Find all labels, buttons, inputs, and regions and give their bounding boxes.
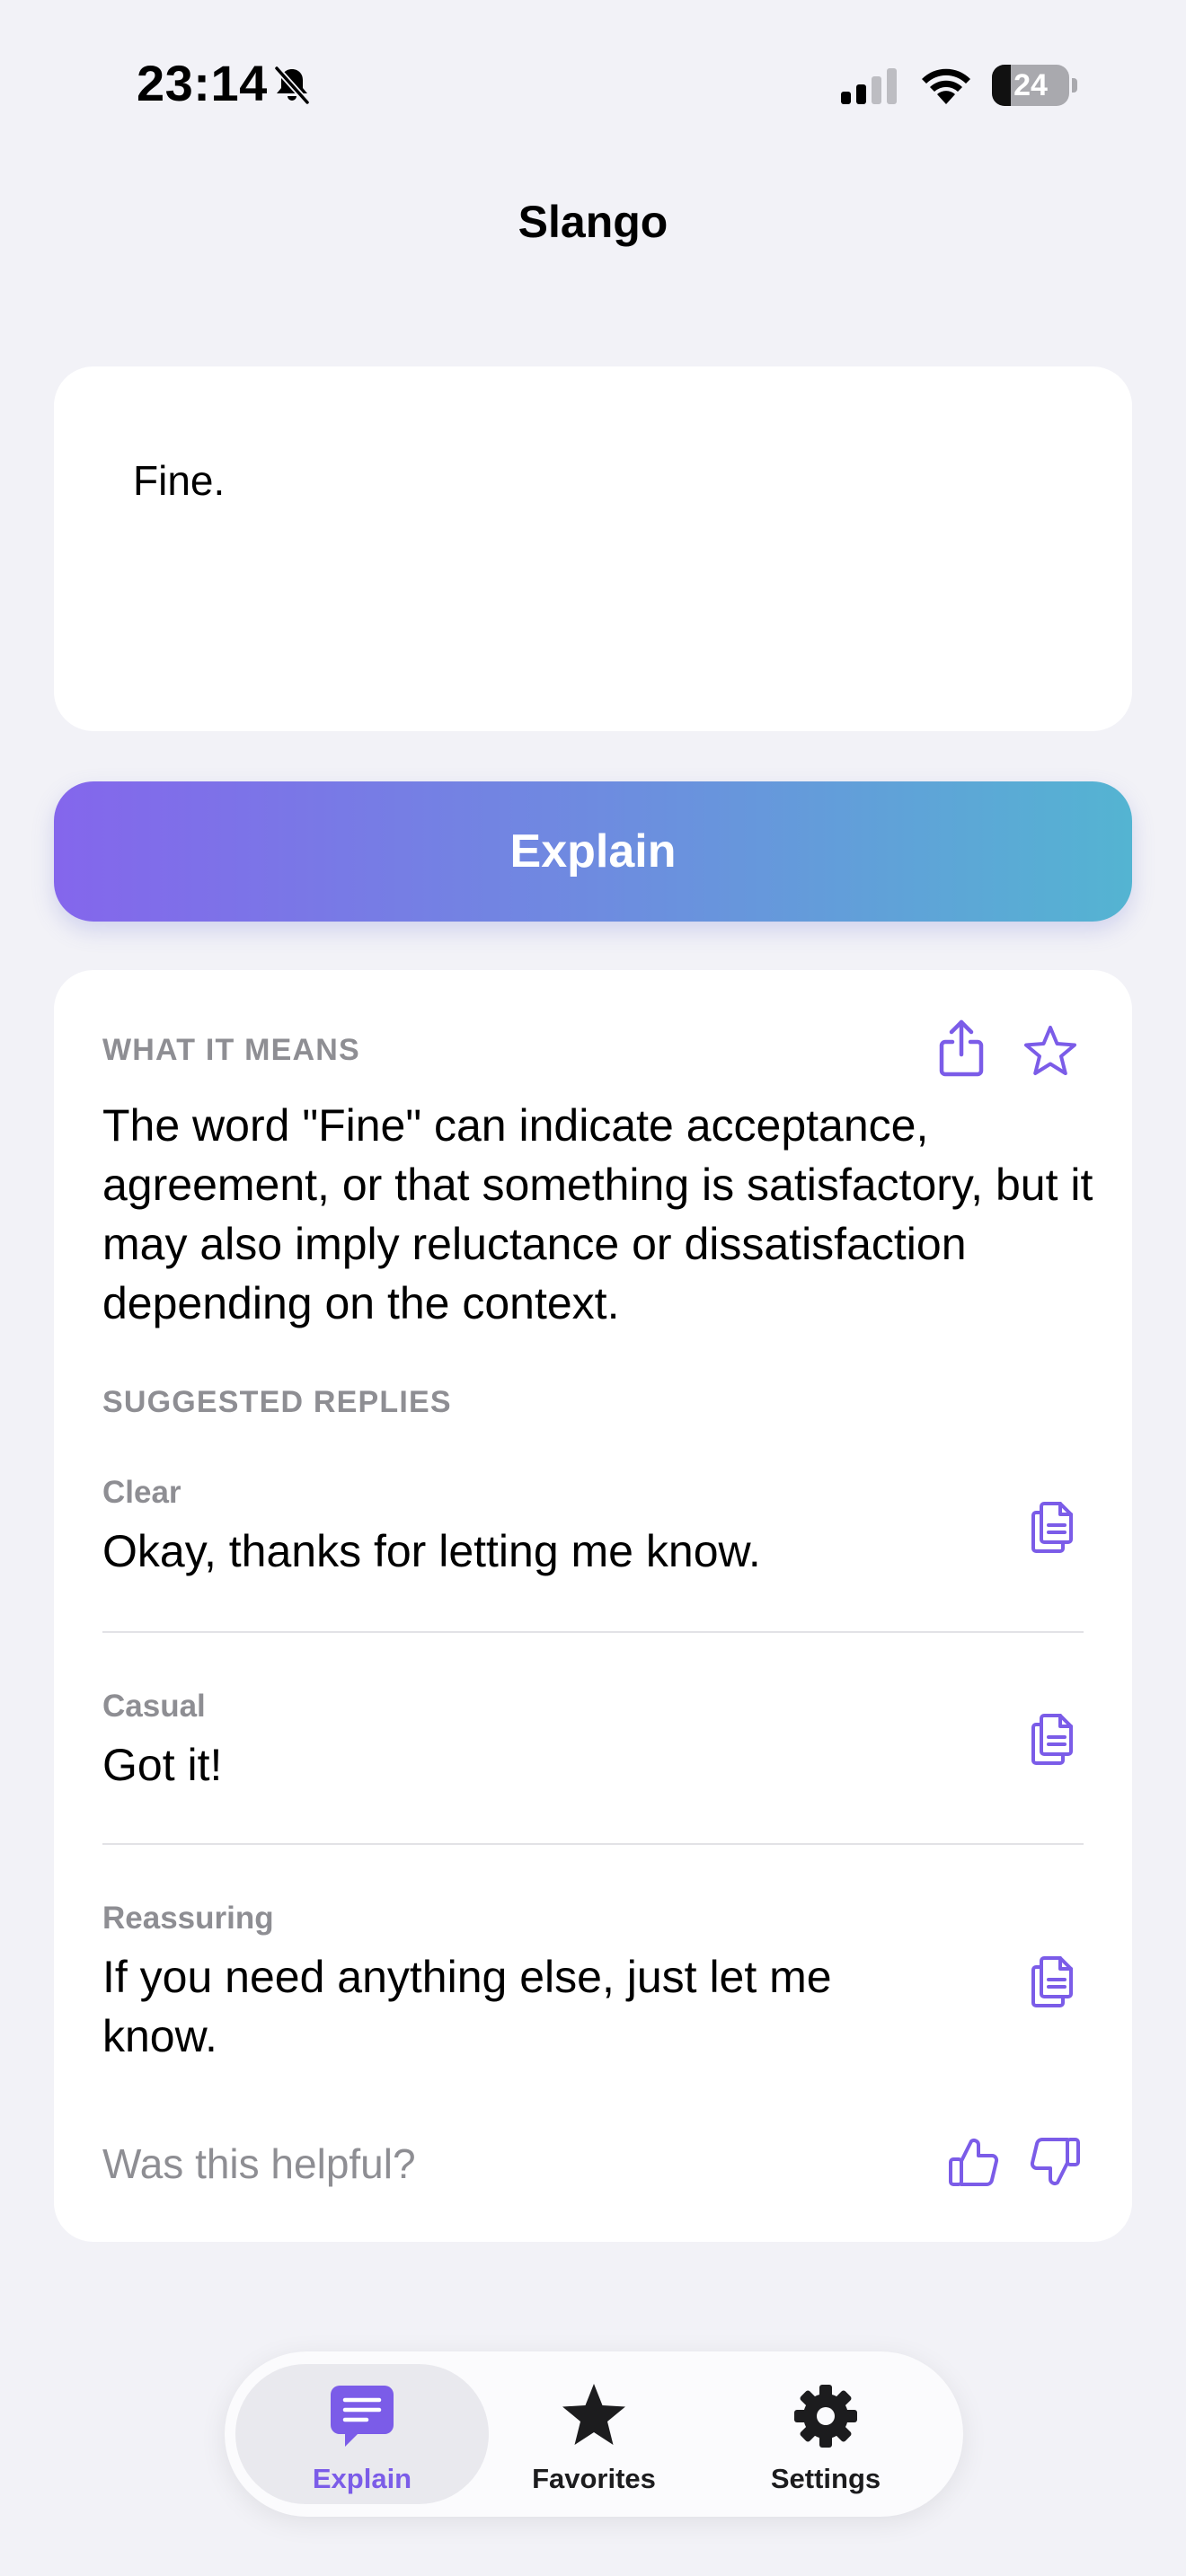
reply-text: Got it! — [102, 1740, 223, 1790]
reply-item: Clear Okay, thanks for letting me know. — [102, 1475, 1084, 1581]
gear-icon — [794, 2385, 857, 2448]
reply-text: If you need anything else, just let me k… — [102, 1952, 832, 2061]
suggested-replies-label: SUGGESTED REPLIES — [102, 1385, 452, 1419]
tab-settings[interactable]: Settings — [699, 2364, 952, 2504]
tab-label: Favorites — [532, 2463, 656, 2494]
cellular-signal-icon — [841, 68, 897, 104]
divider — [102, 1843, 1084, 1845]
favorite-star-icon[interactable] — [1022, 1024, 1078, 1078]
thumbs-down-icon[interactable] — [1028, 2134, 1082, 2190]
divider — [102, 1631, 1084, 1633]
status-bar: 23:14 24 — [0, 0, 1186, 171]
feedback-prompt: Was this helpful? — [102, 2140, 416, 2187]
wifi-icon — [922, 68, 970, 104]
tab-bar: Explain Favorites Settings — [225, 2351, 963, 2517]
battery-indicator: 24 — [992, 65, 1077, 106]
bell-slash-icon — [274, 66, 310, 105]
battery-level: 24 — [1013, 68, 1048, 102]
meaning-label: WHAT IT MEANS — [102, 1033, 360, 1067]
share-icon[interactable] — [934, 1019, 988, 1078]
copy-icon[interactable] — [1030, 1498, 1078, 1554]
reply-item: Reassuring If you need anything else, ju… — [102, 1901, 839, 2066]
copy-icon[interactable] — [1030, 1710, 1078, 1766]
tab-favorites[interactable]: Favorites — [467, 2364, 721, 2504]
reply-text: Okay, thanks for letting me know. — [102, 1526, 761, 1576]
tab-explain[interactable]: Explain — [235, 2364, 489, 2504]
status-time: 23:14 — [137, 55, 268, 111]
tab-label: Explain — [312, 2463, 412, 2494]
result-card: WHAT IT MEANS The word "Fine" can indica… — [54, 970, 1132, 2242]
page-title: Slango — [518, 197, 668, 247]
chat-bubble-icon — [331, 2386, 394, 2447]
input-card[interactable] — [54, 366, 1132, 731]
reply-tone: Casual — [102, 1689, 206, 1724]
star-icon — [562, 2384, 625, 2445]
tab-label: Settings — [770, 2463, 881, 2494]
phrase-input[interactable] — [133, 456, 1049, 505]
meaning-text: The word "Fine" can indicate acceptance,… — [102, 1100, 1093, 1328]
thumbs-up-icon[interactable] — [947, 2134, 1001, 2190]
reply-tone: Clear — [102, 1475, 181, 1510]
explain-button[interactable]: Explain — [54, 781, 1132, 922]
copy-icon[interactable] — [1030, 1953, 1078, 2008]
reply-tone: Reassuring — [102, 1901, 274, 1936]
reply-item: Casual Got it! — [102, 1689, 1084, 1795]
